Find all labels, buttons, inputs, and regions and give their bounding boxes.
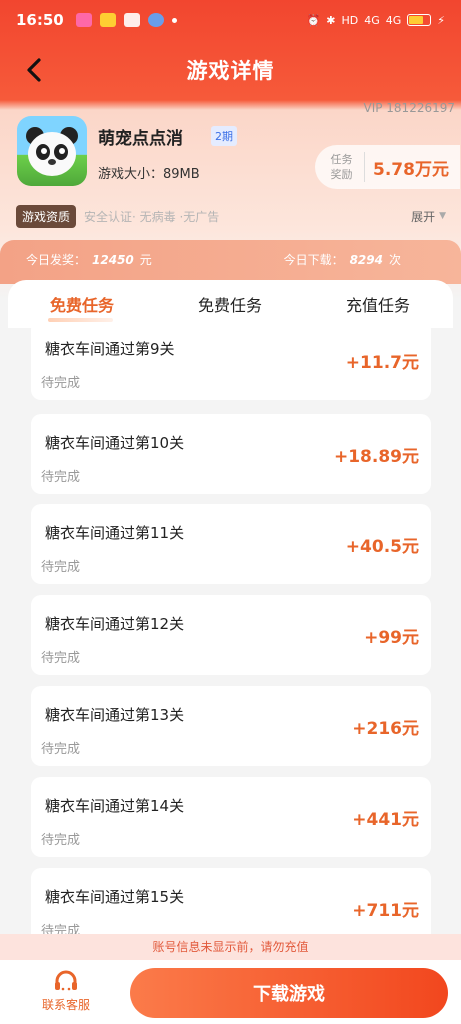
today-download-value: 8294 xyxy=(349,252,383,267)
task-reward: +216元 xyxy=(352,719,419,739)
task-name: 糖衣车间通过第10关 xyxy=(45,434,185,452)
social-app-icon xyxy=(99,13,116,27)
task-panel: 免费任务 免费任务 充值任务 糖衣车间通过第9关 待完成 +11.7元 糖衣车间… xyxy=(8,280,453,940)
period-badge: 2期 xyxy=(211,126,237,146)
headset-icon xyxy=(53,970,79,994)
page-header: 游戏详情 xyxy=(0,42,461,98)
task-status: 待完成 xyxy=(41,376,81,391)
task-reward-label: 任务 奖励 xyxy=(315,152,365,182)
task-name: 糖衣车间通过第14关 xyxy=(45,797,185,815)
task-reward: +99元 xyxy=(364,628,419,648)
qualification-badge: 游戏资质 xyxy=(16,204,77,228)
task-reward: +40.5元 xyxy=(345,537,419,557)
status-indicators: ⏰ ✱ HD 4G 4G ⚡ xyxy=(307,14,445,27)
task-card[interactable]: 糖衣车间通过第14关 待完成 +441元 xyxy=(31,777,431,857)
today-download: 今日下载： 8294 次 xyxy=(283,252,401,268)
task-card[interactable]: 糖衣车间通过第15关 待完成 +711元 xyxy=(31,868,431,940)
caret-down-icon: ▼ xyxy=(439,211,446,221)
game-size: 游戏大小：89MB xyxy=(98,167,200,182)
signal-icon-2: 4G xyxy=(385,13,402,27)
panda-icon xyxy=(26,127,78,176)
task-card[interactable]: 糖衣车间通过第10关 待完成 +18.89元 xyxy=(31,414,431,494)
task-reward-value: 5.78万元 xyxy=(373,159,449,180)
charging-icon: ⚡ xyxy=(437,13,445,27)
task-reward: +711元 xyxy=(352,901,419,921)
task-tabs: 免费任务 免费任务 充值任务 xyxy=(8,280,453,328)
page-title: 游戏详情 xyxy=(186,59,275,83)
qualification-row: 游戏资质 安全认证· 无病毒 ·无广告 展开 ▼ xyxy=(16,204,446,228)
task-card[interactable]: 糖衣车间通过第11关 待完成 +40.5元 xyxy=(31,504,431,584)
customer-service-label: 联系客服 xyxy=(41,998,90,1012)
game-app-icon xyxy=(17,116,87,186)
more-notifications-dot xyxy=(171,17,177,23)
task-status: 待完成 xyxy=(41,742,81,757)
qualification-text: 安全认证· 无病毒 ·无广告 xyxy=(84,209,220,224)
task-status: 待完成 xyxy=(41,833,81,848)
task-status: 待完成 xyxy=(41,560,81,575)
task-reward: +441元 xyxy=(352,810,419,830)
task-list[interactable]: 糖衣车间通过第9关 待完成 +11.7元 糖衣车间通过第10关 待完成 +18.… xyxy=(8,328,453,940)
expand-button[interactable]: 展开 ▼ xyxy=(411,208,446,225)
status-app-icons xyxy=(75,13,177,27)
hd-indicator: HD xyxy=(341,13,359,27)
vip-id: VIP 181226197 xyxy=(363,101,455,115)
today-award-value: 12450 xyxy=(92,252,134,267)
task-name: 糖衣车间通过第9关 xyxy=(45,340,175,358)
browser-app-icon xyxy=(147,13,164,27)
battery-icon xyxy=(407,14,432,26)
alarm-icon: ⏰ xyxy=(306,13,321,27)
task-card[interactable]: 糖衣车间通过第13关 待完成 +216元 xyxy=(31,686,431,766)
game-name: 萌宠点点消 xyxy=(98,129,183,149)
bluetooth-icon: ✱ xyxy=(326,13,336,27)
bottom-bar: 联系客服 下载游戏 xyxy=(0,960,461,1024)
task-reward: +18.89元 xyxy=(333,447,419,467)
chevron-left-icon xyxy=(27,58,41,82)
status-time: 16:50 xyxy=(16,11,64,29)
signal-icon-1: 4G xyxy=(364,13,380,27)
task-name: 糖衣车间通过第11关 xyxy=(45,524,185,542)
back-button[interactable] xyxy=(18,52,50,88)
task-status: 待完成 xyxy=(41,651,81,666)
active-tab-indicator xyxy=(48,318,113,322)
app-notification-icon xyxy=(123,13,140,27)
today-award: 今日发奖： 12450 元 xyxy=(26,252,152,268)
today-stats-bar: 今日发奖： 12450 元 今日下载： 8294 次 xyxy=(0,240,461,284)
task-name: 糖衣车间通过第12关 xyxy=(45,615,185,633)
task-name: 糖衣车间通过第15关 xyxy=(45,888,185,906)
task-card[interactable]: 糖衣车间通过第9关 待完成 +11.7元 xyxy=(31,328,431,400)
status-bar: 16:50 ⏰ ✱ HD 4G 4G ⚡ xyxy=(0,0,461,40)
task-name: 糖衣车间通过第13关 xyxy=(45,706,185,724)
customer-service-button[interactable]: 联系客服 xyxy=(34,968,98,1013)
recharge-warning: 账号信息未显示前，请勿充值 xyxy=(0,934,461,960)
task-card[interactable]: 糖衣车间通过第12关 待完成 +99元 xyxy=(31,595,431,675)
tab-free-tasks[interactable]: 免费任务 xyxy=(156,280,304,328)
task-status: 待完成 xyxy=(41,470,81,485)
task-reward: +11.7元 xyxy=(345,353,419,373)
tab-recharge-tasks[interactable]: 充值任务 xyxy=(304,280,452,328)
task-reward-box: 任务 奖励 5.78万元 xyxy=(315,145,460,189)
download-game-button[interactable]: 下载游戏 xyxy=(130,968,448,1018)
video-app-icon xyxy=(75,13,92,27)
